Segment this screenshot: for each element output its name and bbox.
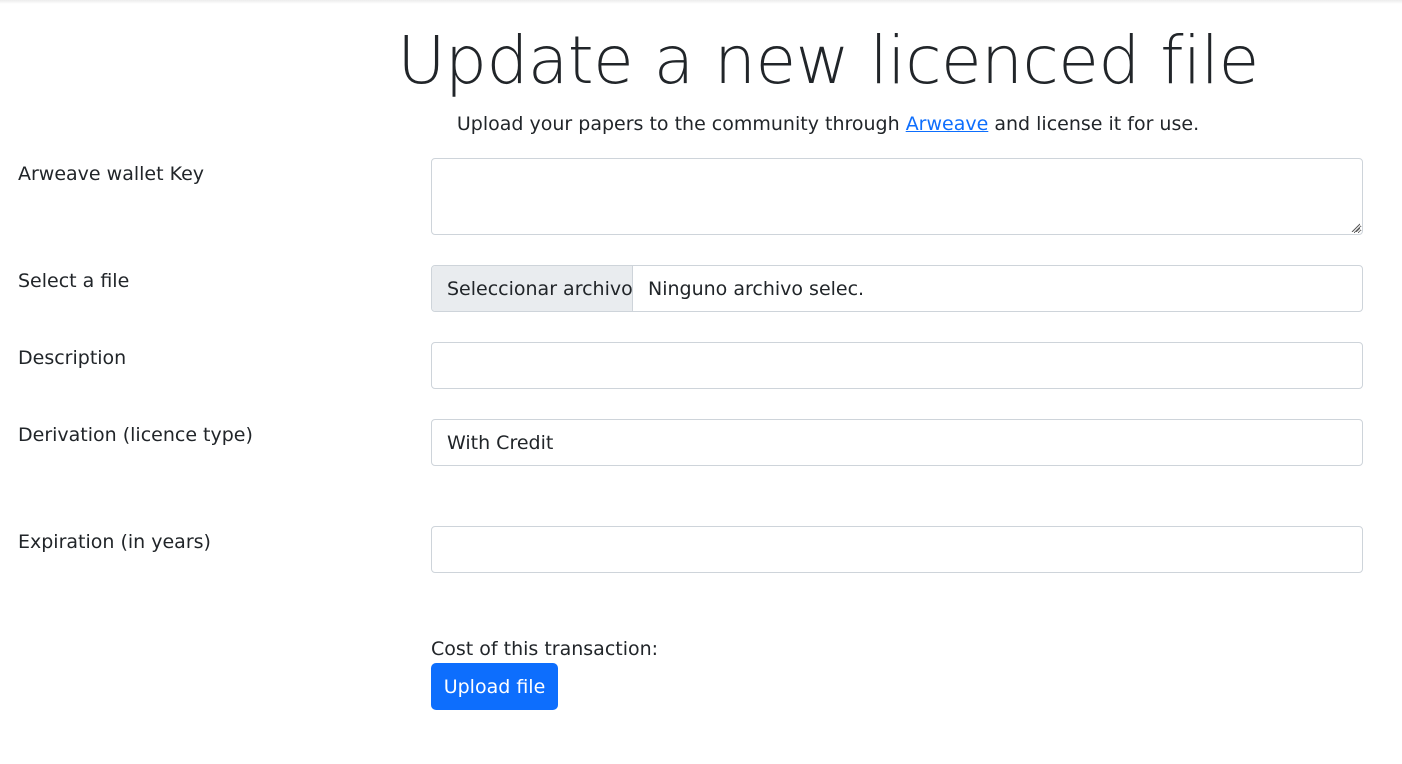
page-subtitle: Upload your papers to the community thro… xyxy=(0,111,1402,137)
derivation-select[interactable]: With Credit xyxy=(431,419,1363,466)
wallet-key-textarea[interactable] xyxy=(431,158,1363,235)
description-input[interactable] xyxy=(431,342,1363,389)
page: Update a new licenced file Upload your p… xyxy=(0,0,1402,764)
derivation-selected-value: With Credit xyxy=(447,431,554,454)
file-status-text: Ninguno archivo selec. xyxy=(648,277,865,300)
wallet-key-wrapper xyxy=(431,158,1363,235)
page-title: Update a new licenced file xyxy=(397,22,1259,99)
derivation-label: Derivation (licence type) xyxy=(18,424,253,446)
cost-label: Cost of this transaction: xyxy=(431,638,659,660)
top-shadow xyxy=(0,0,1402,4)
choose-file-button[interactable]: Seleccionar archivo xyxy=(432,266,633,311)
upload-file-button[interactable]: Upload file xyxy=(431,663,558,710)
expiration-label: Expiration (in years) xyxy=(18,531,211,553)
file-label: Select a file xyxy=(18,270,130,292)
subtitle-text-before: Upload your papers to the community thro… xyxy=(456,113,906,135)
subtitle-text-after: and license it for use. xyxy=(988,113,1200,135)
expiration-input[interactable] xyxy=(431,526,1363,573)
arweave-link[interactable]: Arweave xyxy=(906,113,989,135)
wallet-key-label: Arweave wallet Key xyxy=(18,163,205,185)
file-input[interactable]: Seleccionar archivo Ninguno archivo sele… xyxy=(431,265,1363,312)
description-label: Description xyxy=(18,347,127,369)
